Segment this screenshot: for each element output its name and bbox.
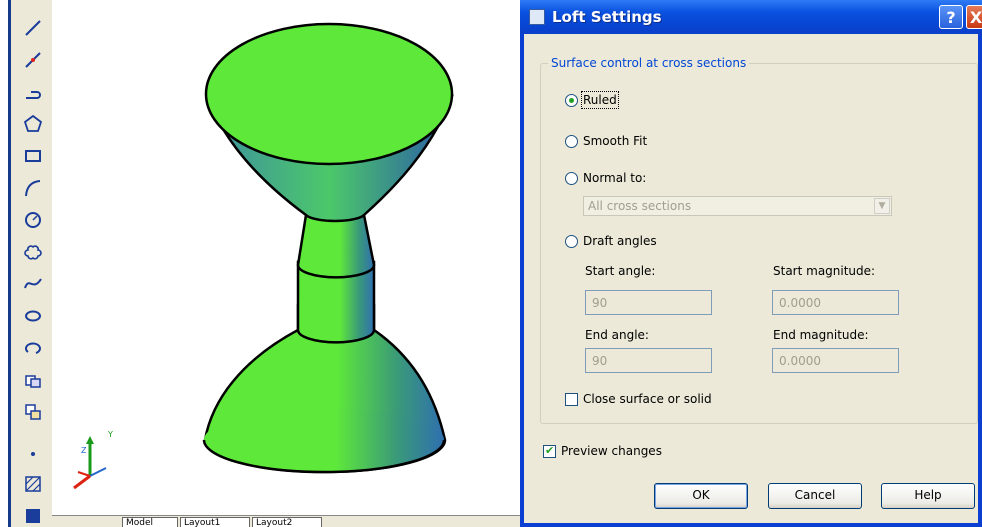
- loft-app-icon: [529, 9, 545, 25]
- end-magnitude-label: End magnitude:: [773, 328, 869, 342]
- start-angle-input[interactable]: 90: [585, 290, 712, 315]
- start-magnitude-label: Start magnitude:: [773, 264, 876, 278]
- dialog-title: Loft Settings: [552, 8, 662, 26]
- start-magnitude-value: 0.0000: [779, 296, 821, 310]
- close-surface-label: Close surface or solid: [583, 392, 712, 406]
- end-magnitude-input[interactable]: 0.0000: [772, 348, 899, 373]
- ucs-icon: Z Y: [68, 428, 114, 492]
- polyline-icon[interactable]: [21, 80, 45, 104]
- normal-to-select[interactable]: All cross sections ▼: [583, 196, 892, 216]
- construction-line-icon[interactable]: [21, 48, 45, 72]
- model-viewport[interactable]: Z Y: [52, 0, 520, 515]
- chevron-down-icon[interactable]: ▼: [874, 198, 890, 214]
- insert-block-icon[interactable]: [21, 368, 45, 392]
- smooth-fit-label: Smooth Fit: [583, 134, 648, 148]
- hatch-icon[interactable]: [21, 472, 45, 496]
- ellipse-arc-icon[interactable]: [21, 336, 45, 360]
- end-magnitude-value: 0.0000: [779, 354, 821, 368]
- normal-to-label: Normal to:: [583, 171, 647, 185]
- close-button[interactable]: X: [966, 5, 982, 29]
- cancel-button[interactable]: Cancel: [768, 483, 862, 509]
- ok-button[interactable]: OK: [654, 483, 748, 509]
- normal-to-radio[interactable]: [565, 171, 578, 185]
- ruled-label: Ruled: [581, 91, 619, 109]
- ruled-option[interactable]: Ruled: [565, 91, 619, 109]
- dialog-body: Surface control at cross sections Ruled …: [524, 34, 978, 523]
- line-icon[interactable]: [21, 16, 45, 40]
- cad-drawing-area: Z Y Model Layout1 Layout2: [0, 0, 520, 527]
- ruled-radio[interactable]: [565, 93, 578, 107]
- ucs-y-label: Y: [108, 430, 113, 439]
- close-surface-option[interactable]: Close surface or solid: [565, 392, 712, 406]
- circle-icon[interactable]: [21, 208, 45, 232]
- polygon-icon[interactable]: [21, 112, 45, 136]
- end-angle-value: 90: [592, 354, 608, 368]
- smooth-fit-option[interactable]: Smooth Fit: [565, 134, 647, 148]
- loft-settings-dialog: Loft Settings ? X Surface control at cro…: [520, 0, 982, 527]
- end-angle-input[interactable]: 90: [585, 348, 712, 373]
- title-help-button[interactable]: ?: [939, 5, 963, 29]
- gradient-icon[interactable]: [21, 504, 45, 527]
- group-title: Surface control at cross sections: [548, 56, 750, 70]
- lofted-solid-drawing: [202, 22, 454, 474]
- ucs-z-label: Z: [81, 446, 87, 455]
- start-angle-label: Start angle:: [585, 264, 656, 278]
- title-bar[interactable]: Loft Settings ? X: [520, 0, 982, 34]
- point-icon[interactable]: [21, 440, 45, 464]
- tab-layout2[interactable]: Layout2: [252, 517, 322, 527]
- end-angle-label: End angle:: [585, 328, 649, 342]
- normal-to-option[interactable]: Normal to:: [565, 171, 646, 185]
- make-block-icon[interactable]: [21, 400, 45, 424]
- help-button[interactable]: Help: [881, 483, 975, 509]
- normal-to-select-value: All cross sections: [588, 199, 692, 213]
- tab-model[interactable]: Model: [122, 517, 178, 527]
- spline-icon[interactable]: [21, 272, 45, 296]
- rectangle-icon[interactable]: [21, 144, 45, 168]
- ellipse-icon[interactable]: [21, 304, 45, 328]
- start-angle-value: 90: [592, 296, 608, 310]
- arc-icon[interactable]: [21, 176, 45, 200]
- question-icon: ?: [946, 7, 956, 27]
- revision-cloud-icon[interactable]: [21, 240, 45, 264]
- tab-layout1[interactable]: Layout1: [180, 517, 250, 527]
- layout-tab-bar: Model Layout1 Layout2: [52, 515, 520, 527]
- preview-changes-checkbox[interactable]: [543, 444, 556, 458]
- draft-angles-option[interactable]: Draft angles: [565, 234, 657, 248]
- draft-angles-radio[interactable]: [565, 234, 578, 248]
- draw-toolbar: [8, 0, 52, 527]
- close-surface-checkbox[interactable]: [565, 392, 578, 406]
- close-icon: X: [969, 7, 982, 27]
- draft-angles-label: Draft angles: [583, 234, 657, 248]
- smooth-fit-radio[interactable]: [565, 134, 578, 148]
- start-magnitude-input[interactable]: 0.0000: [772, 290, 899, 315]
- preview-changes-label: Preview changes: [561, 444, 662, 458]
- preview-changes-option[interactable]: Preview changes: [543, 444, 662, 458]
